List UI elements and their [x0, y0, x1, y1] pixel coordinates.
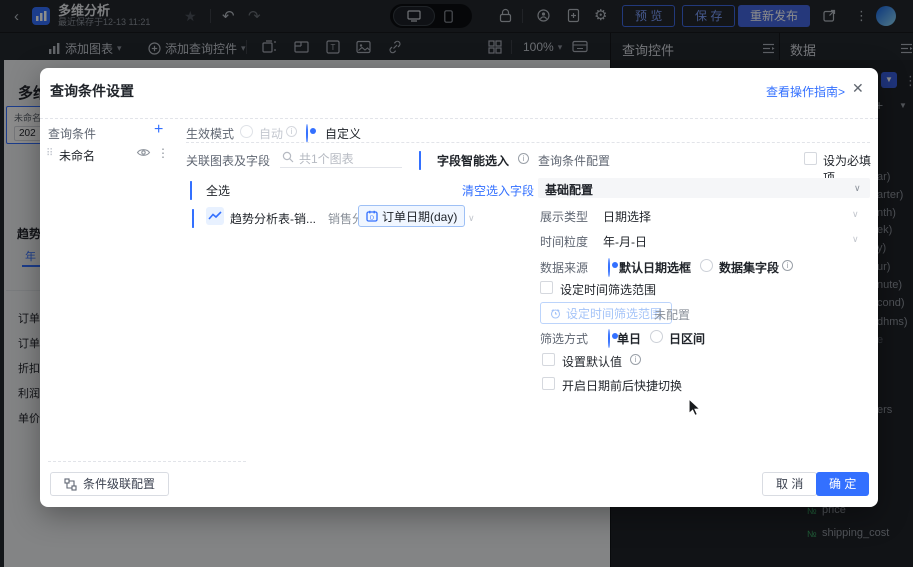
- add-condition-button[interactable]: +: [154, 121, 163, 139]
- chevron-down-icon[interactable]: ∨: [854, 183, 861, 194]
- condition-item-label[interactable]: 未命名: [59, 147, 95, 164]
- app-root: ‹ 多维分析 最近保存于12-13 11:21 ★ ↶ ↷ ⚙ 预 览 保 存 …: [0, 0, 913, 567]
- date-field-tag[interactable]: D 订单日期(day): [358, 205, 466, 227]
- item-more-icon[interactable]: ⋮: [157, 146, 169, 160]
- filter-single-label: 单日: [617, 332, 642, 346]
- basic-config-section[interactable]: 基础配置 ∨: [538, 178, 870, 198]
- mouse-cursor: [688, 398, 702, 417]
- date-field-tag-label: 订单日期(day): [382, 209, 458, 224]
- chart-row-checkbox[interactable]: [192, 209, 194, 228]
- chevron-down-icon[interactable]: ∨: [852, 234, 859, 245]
- range-status: 未配置: [654, 308, 691, 322]
- data-source-label: 数据来源: [540, 261, 589, 275]
- default-value-label: 设置默认值: [562, 355, 623, 369]
- mode-custom-radio[interactable]: [306, 124, 308, 143]
- smart-select-checkbox[interactable]: [419, 151, 421, 170]
- required-checkbox[interactable]: [804, 152, 817, 165]
- quick-switch-label: 开启日期前后快捷切换: [562, 379, 683, 393]
- display-type-value[interactable]: 日期选择: [603, 208, 651, 225]
- cancel-button[interactable]: 取 消: [762, 472, 818, 496]
- cascade-config-button[interactable]: 条件级联配置: [50, 472, 170, 496]
- granularity-label: 时间粒度: [540, 235, 589, 249]
- time-range-checkbox[interactable]: [540, 281, 553, 294]
- info-icon[interactable]: i: [286, 126, 297, 137]
- source-default-radio[interactable]: [608, 258, 610, 277]
- drag-handle-icon[interactable]: ⠿: [46, 148, 53, 159]
- granularity-value[interactable]: 年-月-日: [603, 233, 647, 250]
- guide-link[interactable]: 查看操作指南>: [766, 83, 845, 100]
- source-default-label: 默认日期选框: [619, 261, 692, 275]
- default-value-checkbox[interactable]: [542, 353, 555, 366]
- info-icon[interactable]: i: [782, 260, 793, 271]
- source-dataset-radio[interactable]: [700, 259, 713, 272]
- filter-range-label: 日区间: [669, 332, 706, 346]
- info-icon[interactable]: i: [630, 354, 641, 365]
- divider: [48, 461, 246, 462]
- search-placeholder: 共1个图表: [299, 152, 354, 166]
- filter-mode-label: 筛选方式: [540, 332, 589, 346]
- basic-config-label: 基础配置: [545, 183, 594, 197]
- mode-auto-radio[interactable]: [240, 125, 253, 138]
- query-condition-dialog: 查询条件设置 查看操作指南> ✕ 查询条件 + ⠿ 未命名 ⋮ 生效模式 自动 …: [40, 68, 878, 507]
- dialog-title: 查询条件设置: [50, 83, 134, 99]
- filter-single-radio[interactable]: [608, 329, 610, 348]
- cascade-icon: [64, 477, 77, 491]
- config-header: 查询条件配置: [538, 154, 611, 168]
- mode-auto-label: 自动: [259, 127, 284, 141]
- relation-label: 关联图表及字段: [186, 154, 271, 168]
- close-icon[interactable]: ✕: [852, 80, 864, 97]
- source-dataset-label: 数据集字段: [719, 261, 780, 275]
- condition-list-header: 查询条件: [48, 127, 97, 141]
- quick-switch-checkbox[interactable]: [542, 377, 555, 390]
- eye-icon[interactable]: [136, 146, 151, 164]
- info-icon[interactable]: i: [518, 153, 529, 164]
- time-range-label: 设定时间筛选范围: [560, 283, 657, 297]
- chevron-down-icon[interactable]: ∨: [468, 213, 475, 224]
- smart-select-label: 字段智能选入: [437, 154, 510, 168]
- chart-search-input[interactable]: 共1个图表: [280, 146, 402, 168]
- clock-icon: [550, 308, 561, 319]
- filter-range-radio[interactable]: [650, 330, 663, 343]
- svg-text:D: D: [370, 215, 374, 221]
- search-icon: [282, 151, 294, 163]
- set-time-range-button: 设定时间筛选范围: [540, 302, 673, 324]
- clear-fields-link[interactable]: 清空选入字段: [462, 182, 534, 199]
- mode-custom-label: 自定义: [325, 127, 362, 141]
- divider: [40, 118, 878, 119]
- calendar-icon: D: [366, 210, 378, 222]
- mode-label: 生效模式: [186, 127, 235, 141]
- divider: [186, 142, 870, 143]
- display-type-label: 展示类型: [540, 210, 589, 224]
- select-all-label: 全选: [206, 184, 231, 198]
- chevron-down-icon[interactable]: ∨: [852, 209, 859, 220]
- confirm-button[interactable]: 确 定: [816, 472, 870, 496]
- select-all-checkbox[interactable]: [190, 181, 192, 200]
- line-chart-icon: [206, 207, 224, 225]
- chart-row-name: 趋势分析表-销...: [230, 212, 316, 226]
